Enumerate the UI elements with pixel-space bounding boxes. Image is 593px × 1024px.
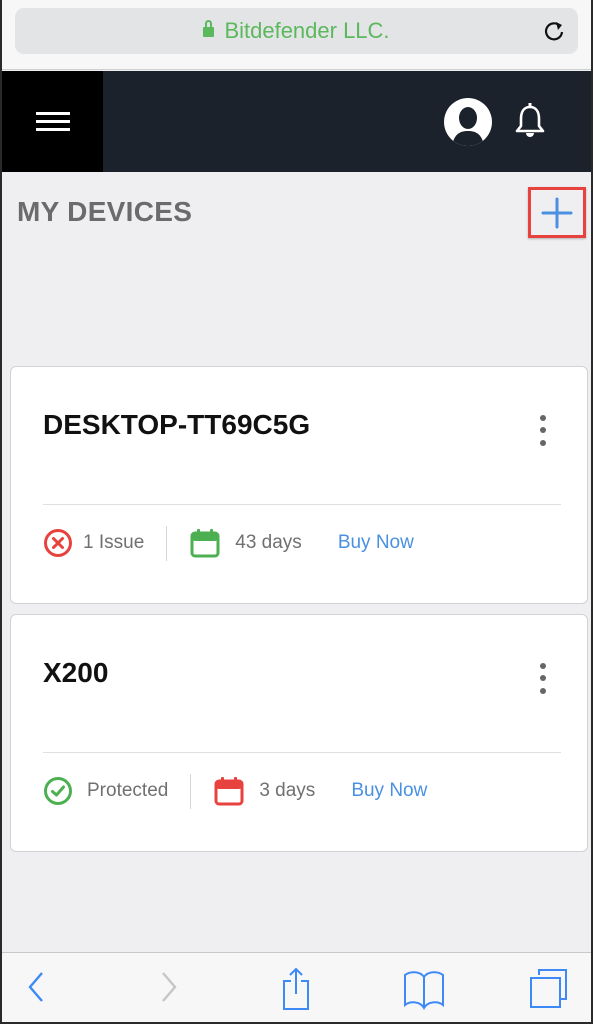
buy-now-link[interactable]: Buy Now — [351, 780, 427, 802]
hamburger-icon — [35, 111, 70, 132]
tabs-icon[interactable] — [528, 967, 568, 1011]
browser-window: Bitdefender LLC. MY DEVICES DESKTOP-TT69… — [2, 0, 591, 1022]
url-label: Bitdefender LLC. — [224, 18, 390, 43]
more-options-icon[interactable] — [538, 663, 548, 697]
plus-icon — [541, 197, 573, 228]
bell-icon[interactable] — [512, 101, 548, 141]
url-field[interactable]: Bitdefender LLC. — [15, 8, 578, 54]
add-device-button[interactable] — [528, 187, 586, 238]
divider — [43, 504, 561, 505]
user-avatar-icon[interactable] — [444, 98, 492, 146]
calendar-icon — [190, 529, 220, 558]
menu-button[interactable] — [2, 71, 103, 172]
device-status-row: Protected 3 days Buy Now — [43, 773, 427, 809]
divider — [43, 752, 561, 753]
browser-toolbar — [2, 952, 591, 1022]
calendar-icon — [214, 777, 244, 806]
chevron-left-icon[interactable] — [24, 967, 48, 1007]
device-status: Protected — [87, 780, 169, 801]
share-icon[interactable] — [280, 967, 312, 1011]
subscription-days: 3 days — [259, 780, 316, 801]
device-card[interactable]: DESKTOP-TT69C5G 1 Issue 43 days Buy Now — [10, 366, 588, 604]
subscription-days: 43 days — [235, 532, 302, 553]
page-title: MY DEVICES — [17, 196, 193, 227]
separator — [190, 773, 192, 809]
lock-icon — [203, 20, 215, 39]
browser-top-bar: Bitdefender LLC. — [2, 0, 591, 70]
device-card[interactable]: X200 Protected 3 days Buy Now — [10, 614, 588, 852]
device-name: X200 — [43, 657, 109, 688]
device-name: DESKTOP-TT69C5G — [43, 409, 311, 440]
check-circle-icon — [44, 777, 72, 805]
reload-icon[interactable] — [542, 19, 566, 43]
device-status: 1 Issue — [83, 532, 145, 553]
book-icon[interactable] — [402, 967, 446, 1011]
separator — [166, 525, 168, 561]
chevron-right-icon[interactable] — [157, 967, 181, 1007]
device-status-row: 1 Issue 43 days Buy Now — [43, 525, 414, 561]
error-circle-icon — [44, 529, 72, 557]
buy-now-link[interactable]: Buy Now — [338, 532, 414, 554]
app-header — [2, 71, 591, 172]
more-options-icon[interactable] — [538, 415, 548, 449]
